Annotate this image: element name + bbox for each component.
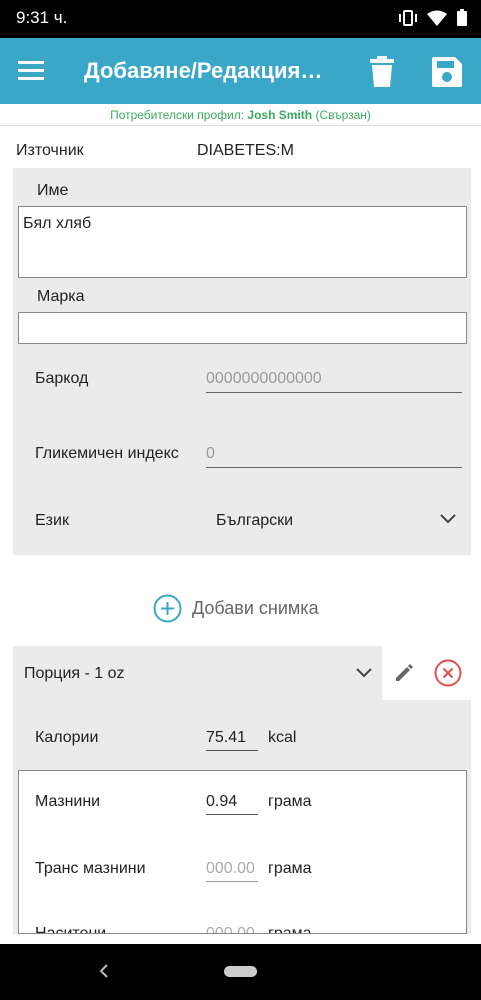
nutrients-box: Мазнини 0.94 грама Транс мазнини 000.00 … <box>18 770 467 934</box>
chevron-down-icon[interactable] <box>440 514 456 524</box>
source-label: Източник <box>16 142 84 159</box>
wifi-icon <box>427 10 447 26</box>
save-icon[interactable] <box>432 57 462 87</box>
barcode-label: Баркод <box>35 370 89 387</box>
source-value: DIABETES:M <box>197 142 294 159</box>
glycemic-index-label: Гликемичен индекс <box>35 445 179 462</box>
menu-icon[interactable] <box>18 59 46 83</box>
saturated-fat-unit: грама <box>268 925 312 934</box>
portion-title: Порция - 1 oz <box>24 665 125 682</box>
delete-icon[interactable] <box>369 56 395 88</box>
name-label: Име <box>37 182 69 199</box>
app-bar: Добавяне/Редакция… <box>0 38 481 104</box>
language-label: Език <box>35 512 69 529</box>
brand-label: Марка <box>37 288 85 305</box>
fat-unit: грама <box>268 793 312 810</box>
remove-portion-icon[interactable] <box>434 659 462 687</box>
vibrate-icon <box>399 9 417 26</box>
add-photo-label: Добави снимка <box>192 598 319 618</box>
status-bar: 9:31 ч. <box>0 0 481 38</box>
profile-prefix: Потребителски профил: <box>110 108 245 122</box>
calories-unit: kcal <box>268 729 297 746</box>
brand-field[interactable] <box>18 312 467 344</box>
glycemic-index-field[interactable]: 0 <box>206 445 462 468</box>
plus-circle-icon <box>153 594 182 623</box>
name-field[interactable]: Бял хляб <box>18 206 467 278</box>
portion-select[interactable]: Порция - 1 oz <box>13 646 382 700</box>
status-time: 9:31 ч. <box>16 8 68 27</box>
profile-user: Josh Smith <box>247 108 313 122</box>
add-photo-button[interactable]: Добави снимка <box>153 594 319 623</box>
calories-label: Калории <box>35 729 99 746</box>
calories-field[interactable]: 75.41 <box>206 729 258 751</box>
portion-actions <box>382 646 471 700</box>
language-select[interactable]: Български <box>216 512 293 530</box>
home-pill[interactable] <box>224 966 257 977</box>
trans-fat-unit: грама <box>268 860 312 877</box>
trans-fat-field[interactable]: 000.00 <box>206 860 258 882</box>
trans-fat-label: Транс мазнини <box>35 860 146 877</box>
battery-icon <box>457 9 467 26</box>
fat-label: Мазнини <box>35 793 101 810</box>
chevron-down-icon <box>356 668 372 678</box>
profile-connection: (Свързан) <box>315 108 371 122</box>
status-icons <box>399 9 467 26</box>
fat-field[interactable]: 0.94 <box>206 793 258 815</box>
barcode-field[interactable]: 0000000000000 <box>206 370 462 393</box>
profile-status: Потребителски профил: Josh Smith (Свърза… <box>0 104 481 126</box>
saturated-fat-label: Наситени <box>35 925 107 934</box>
screen-content: 9:31 ч. Добавяне/Редакция… Потребителски… <box>0 0 481 934</box>
back-icon[interactable] <box>99 964 109 978</box>
saturated-fat-field[interactable]: 000.00 <box>206 925 258 933</box>
edit-icon[interactable] <box>394 663 414 683</box>
page-title: Добавяне/Редакция… <box>84 58 323 83</box>
